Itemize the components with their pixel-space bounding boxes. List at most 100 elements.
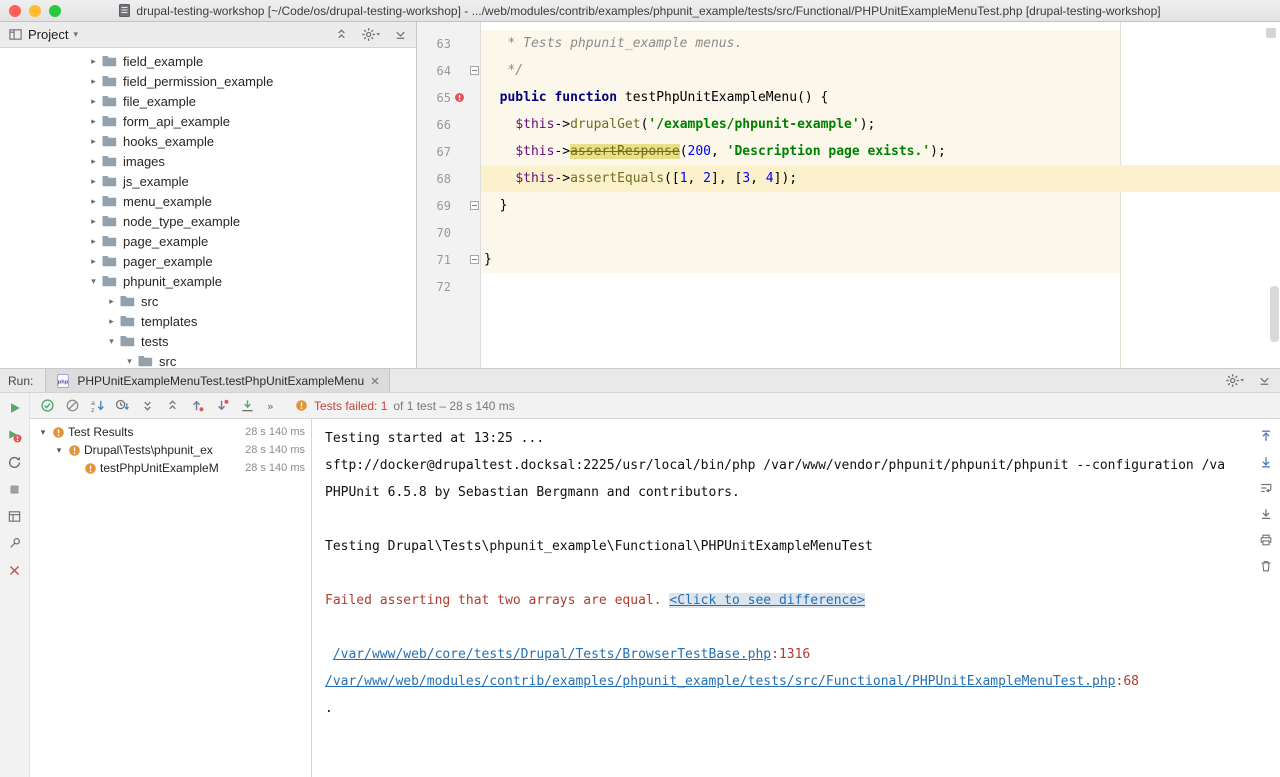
chevron-down-icon[interactable]: ▾	[86, 276, 101, 287]
up-stack-button[interactable]	[1257, 427, 1275, 445]
hide-panel-icon[interactable]	[1257, 373, 1272, 388]
code-text[interactable]: * Tests phpunit_example menus.	[481, 30, 742, 57]
inspections-widget-icon[interactable]	[1266, 28, 1276, 38]
next-failed-button[interactable]	[213, 397, 231, 415]
more-button[interactable]: »	[263, 397, 281, 415]
editor-line-67[interactable]: 67 $this->assertResponse(200, 'Descripti…	[417, 138, 1280, 165]
print-button[interactable]	[1257, 531, 1275, 549]
code-text[interactable]: public function testPhpUnitExampleMenu()…	[481, 84, 828, 111]
test-failed-gutter-icon[interactable]	[451, 92, 467, 103]
sort-alphabetically-button[interactable]: az	[88, 397, 106, 415]
chevron-right-icon[interactable]: ▸	[86, 76, 101, 87]
project-tree-item-form_api_example[interactable]: ▸form_api_example	[0, 111, 416, 131]
editor-line-64[interactable]: 64 */	[417, 57, 1280, 84]
chevron-right-icon[interactable]: ▸	[86, 156, 101, 167]
collapse-all-icon[interactable]	[334, 27, 349, 42]
chevron-down-icon[interactable]: ▾	[122, 356, 137, 367]
chevron-right-icon[interactable]: ▸	[86, 176, 101, 187]
editor-line-70[interactable]: 70	[417, 219, 1280, 246]
show-ignored-button[interactable]	[63, 397, 81, 415]
sort-by-duration-button[interactable]	[113, 397, 131, 415]
minimize-window-button[interactable]	[29, 5, 41, 17]
hide-panel-icon[interactable]	[393, 27, 408, 42]
project-tree-item-tests[interactable]: ▾tests	[0, 331, 416, 351]
chevron-right-icon[interactable]: ▸	[104, 316, 119, 327]
project-tree-item-field_example[interactable]: ▸field_example	[0, 51, 416, 71]
project-tree-item-src[interactable]: ▸src	[0, 291, 416, 311]
project-tree-item-phpunit_example[interactable]: ▾phpunit_example	[0, 271, 416, 291]
project-tree-item-images[interactable]: ▸images	[0, 151, 416, 171]
test-tree-item[interactable]: ▾Drupal\Tests\phpunit_ex28 s 140 ms	[30, 441, 311, 459]
project-tree-item-templates[interactable]: ▸templates	[0, 311, 416, 331]
editor-line-72[interactable]: 72	[417, 273, 1280, 300]
rerun-button[interactable]	[6, 399, 24, 417]
settings-gear-icon[interactable]	[1225, 373, 1245, 388]
show-passed-button[interactable]	[38, 397, 56, 415]
chevron-right-icon[interactable]: ▸	[104, 296, 119, 307]
clear-all-button[interactable]	[1257, 557, 1275, 575]
close-tab-icon[interactable]	[370, 376, 380, 386]
settings-gear-icon[interactable]	[361, 27, 381, 42]
down-stack-button[interactable]	[1257, 453, 1275, 471]
chevron-down-icon[interactable]: ▾	[36, 427, 50, 438]
project-tree-item-node_type_example[interactable]: ▸node_type_example	[0, 211, 416, 231]
project-tree-item-field_permission_example[interactable]: ▸field_permission_example	[0, 71, 416, 91]
chevron-right-icon[interactable]: ▸	[86, 256, 101, 267]
code-text[interactable]: $this->assertResponse(200, 'Description …	[481, 138, 946, 165]
editor[interactable]: 63 * Tests phpunit_example menus.64 */65…	[417, 22, 1280, 368]
fold-marker-icon[interactable]	[470, 255, 479, 264]
fold-marker-icon[interactable]	[470, 201, 479, 210]
project-tree-item-menu_example[interactable]: ▸menu_example	[0, 191, 416, 211]
soft-wrap-button[interactable]	[1257, 479, 1275, 497]
project-tree-item-file_example[interactable]: ▸file_example	[0, 91, 416, 111]
diff-link[interactable]: <Click to see difference>	[669, 593, 865, 608]
chevron-right-icon[interactable]: ▸	[86, 196, 101, 207]
chevron-right-icon[interactable]: ▸	[86, 116, 101, 127]
project-tree-item-page_example[interactable]: ▸page_example	[0, 231, 416, 251]
editor-line-71[interactable]: 71}	[417, 246, 1280, 273]
console-file-link[interactable]: /var/www/web/core/tests/Drupal/Tests/Bro…	[333, 647, 771, 662]
chevron-right-icon[interactable]: ▸	[86, 56, 101, 67]
chevron-right-icon[interactable]: ▸	[86, 136, 101, 147]
test-tree-item[interactable]: ▾Test Results28 s 140 ms	[30, 423, 311, 441]
stop-button[interactable]	[6, 480, 24, 498]
code-text[interactable]	[481, 273, 484, 300]
console-file-link[interactable]: /var/www/web/modules/contrib/examples/ph…	[325, 674, 1116, 689]
scroll-to-end-button[interactable]	[1257, 505, 1275, 523]
code-text[interactable]: $this->drupalGet('/examples/phpunit-exam…	[481, 111, 875, 138]
pin-button[interactable]	[6, 534, 24, 552]
project-tree-item-pager_example[interactable]: ▸pager_example	[0, 251, 416, 271]
project-tree-item-hooks_example[interactable]: ▸hooks_example	[0, 131, 416, 151]
run-tab[interactable]: php PHPUnitExampleMenuTest.testPhpUnitEx…	[45, 369, 390, 392]
fold-marker-icon[interactable]	[470, 66, 479, 75]
toggle-auto-test-button[interactable]	[6, 453, 24, 471]
previous-failed-button[interactable]	[188, 397, 206, 415]
editor-line-69[interactable]: 69 }	[417, 192, 1280, 219]
editor-scrollbar[interactable]	[1270, 286, 1279, 342]
code-text[interactable]: */	[481, 57, 523, 84]
chevron-down-icon[interactable]: ▾	[52, 445, 66, 456]
expand-all-button[interactable]	[138, 397, 156, 415]
code-text[interactable]	[481, 219, 484, 246]
chevron-down-icon[interactable]: ▾	[104, 336, 119, 347]
editor-line-66[interactable]: 66 $this->drupalGet('/examples/phpunit-e…	[417, 111, 1280, 138]
editor-line-65[interactable]: 65 public function testPhpUnitExampleMen…	[417, 84, 1280, 111]
import-tests-button[interactable]	[238, 397, 256, 415]
test-tree-item[interactable]: testPhpUnitExampleM28 s 140 ms	[30, 459, 311, 477]
code-text[interactable]: }	[481, 246, 492, 273]
editor-line-68[interactable]: 68 $this->assertEquals([1, 2], [3, 4]);	[417, 165, 1280, 192]
editor-line-63[interactable]: 63 * Tests phpunit_example menus.	[417, 30, 1280, 57]
collapse-all-button[interactable]	[163, 397, 181, 415]
chevron-down-icon[interactable]: ▾	[73, 29, 78, 40]
zoom-window-button[interactable]	[49, 5, 61, 17]
rerun-failed-button[interactable]	[6, 426, 24, 444]
code-text[interactable]: }	[481, 192, 507, 219]
test-console[interactable]: Testing started at 13:25 ...sftp://docke…	[312, 419, 1280, 777]
project-tree-item-src[interactable]: ▾src	[0, 351, 416, 368]
chevron-right-icon[interactable]: ▸	[86, 96, 101, 107]
project-tree-item-js_example[interactable]: ▸js_example	[0, 171, 416, 191]
code-text[interactable]: $this->assertEquals([1, 2], [3, 4]);	[481, 165, 797, 192]
close-button[interactable]	[6, 561, 24, 579]
close-window-button[interactable]	[9, 5, 21, 17]
chevron-right-icon[interactable]: ▸	[86, 216, 101, 227]
